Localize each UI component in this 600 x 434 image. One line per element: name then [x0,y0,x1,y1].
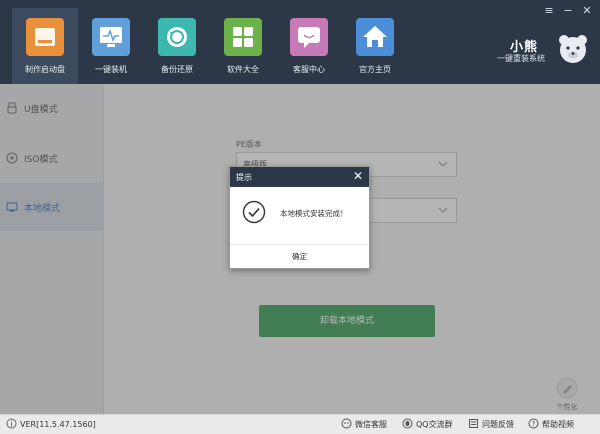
monitor-icon [92,18,130,56]
qq-icon [402,418,413,429]
dialog-title: 提示 [236,173,252,182]
info-icon [6,418,17,429]
footer: VER[11.5.47.1560] 微信客服 QQ交流群 问题反馈 ? 帮助视频 [0,414,600,434]
chat-icon [290,18,328,56]
nav-label: 官方主页 [359,65,391,74]
nav-make-boot-disk[interactable]: 制作启动盘 [12,8,78,84]
nav-service-center[interactable]: 客服中心 [276,8,342,84]
footer-link-label: QQ交流群 [416,420,453,429]
nav-label: 一键装机 [95,65,127,74]
check-circle-icon [242,200,266,224]
version-info: VER[11.5.47.1560] [6,418,96,432]
nav-software[interactable]: 软件大全 [210,8,276,84]
apps-icon [224,18,262,56]
dialog-header: 提示 ✕ [230,167,369,187]
wechat-icon [341,418,352,429]
close-icon[interactable]: ✕ [353,170,363,182]
nav-label: 备份还原 [161,65,193,74]
bear-logo-icon [556,32,590,66]
footer-link-feedback[interactable]: 问题反馈 [468,418,514,432]
restore-icon [158,18,196,56]
svg-text:?: ? [532,420,536,428]
top-header: 制作启动盘 一键装机 备份还原 软件大全 客服中心 官方主页 ≡ − ✕ 小熊 … [0,0,600,84]
nav-label: 客服中心 [293,65,325,74]
footer-link-qq[interactable]: QQ交流群 [402,418,453,432]
usb-drive-icon [26,18,64,56]
footer-link-wechat[interactable]: 微信客服 [341,418,387,432]
footer-link-help-video[interactable]: ? 帮助视频 [528,418,574,432]
ok-button[interactable]: 确定 [230,247,369,267]
menu-icon[interactable]: ≡ [542,4,556,18]
footer-link-label: 问题反馈 [482,420,514,429]
prompt-dialog: 提示 ✕ 本地模式安装完成！ 确定 [229,166,370,269]
feedback-icon [468,418,479,429]
nav-label: 软件大全 [227,65,259,74]
nav-official-home[interactable]: 官方主页 [342,8,408,84]
footer-link-label: 微信客服 [355,420,387,429]
dialog-message: 本地模式安装完成！ [280,209,348,218]
dialog-divider [230,244,369,245]
brand-subtitle: 一键重装系统 [497,54,545,63]
version-text: VER[11.5.47.1560] [20,420,96,429]
nav-backup-restore[interactable]: 备份还原 [144,8,210,84]
nav-one-click-install[interactable]: 一键装机 [78,8,144,84]
close-window-icon[interactable]: ✕ [580,4,594,18]
nav-label: 制作启动盘 [25,65,65,74]
footer-link-label: 帮助视频 [542,420,574,429]
help-icon: ? [528,418,539,429]
minimize-icon[interactable]: − [561,4,575,18]
home-icon [356,18,394,56]
